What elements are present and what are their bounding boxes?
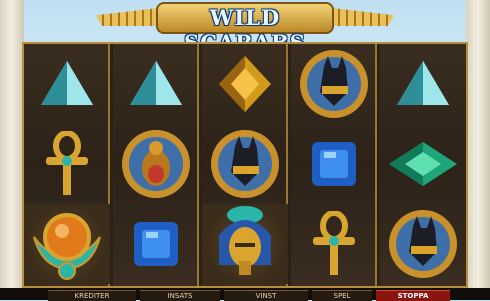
right-pillar [466, 0, 490, 300]
anubis-medallion-icon [209, 128, 281, 200]
symbol-ankh [24, 124, 110, 204]
blue-square-gem-icon [132, 220, 180, 268]
right-wing-decoration [332, 8, 394, 26]
golden-ankh-icon [309, 211, 359, 277]
symbol-scarab-medallion [113, 124, 199, 204]
symbol-gold-gem [202, 44, 288, 124]
bet-button[interactable]: INSATS [140, 290, 220, 301]
scarab-medallion-icon [120, 128, 192, 200]
stop-button[interactable]: STOPPA [376, 290, 450, 301]
game-logo: WILD SCARABS [96, 0, 394, 55]
pharaoh-head-icon [207, 205, 283, 283]
reel-frame [22, 42, 468, 288]
symbol-ankh [291, 204, 377, 284]
reel-2 [113, 44, 199, 286]
symbol-anubis-medallion [291, 44, 377, 124]
reel-5 [380, 44, 466, 286]
symbol-blue-gem [113, 204, 199, 284]
blue-square-gem-icon [310, 140, 358, 188]
credits-display: KREDITER [48, 290, 136, 301]
anubis-medallion-icon [298, 48, 370, 120]
symbol-green-gem [380, 124, 466, 204]
golden-ankh-icon [42, 131, 92, 197]
symbol-teal-pyramid [113, 44, 199, 124]
symbol-blue-gem [291, 124, 377, 204]
left-wing-decoration [96, 8, 158, 26]
play-button[interactable]: SPEL [312, 290, 372, 301]
symbol-scarab-amulet [24, 204, 110, 284]
symbol-anubis-medallion [380, 204, 466, 284]
symbol-teal-pyramid [24, 44, 110, 124]
left-pillar [0, 0, 24, 300]
teal-pyramid-gem-icon [128, 59, 184, 109]
orange-scarab-amulet-icon [32, 207, 102, 281]
logo-banner: WILD SCARABS [156, 2, 334, 55]
reel-4 [291, 44, 377, 286]
symbol-pharaoh [202, 204, 288, 284]
green-diamond-gem-icon [387, 140, 459, 188]
teal-pyramid-gem-icon [39, 59, 95, 109]
symbol-anubis-medallion [202, 124, 288, 204]
reel-1 [24, 44, 110, 286]
gold-diamond-gem-icon [217, 54, 273, 114]
win-display: VINST [224, 290, 308, 301]
symbol-teal-pyramid [380, 44, 466, 124]
reel-3 [202, 44, 288, 286]
teal-pyramid-gem-icon [395, 59, 451, 109]
anubis-medallion-icon [387, 208, 459, 280]
